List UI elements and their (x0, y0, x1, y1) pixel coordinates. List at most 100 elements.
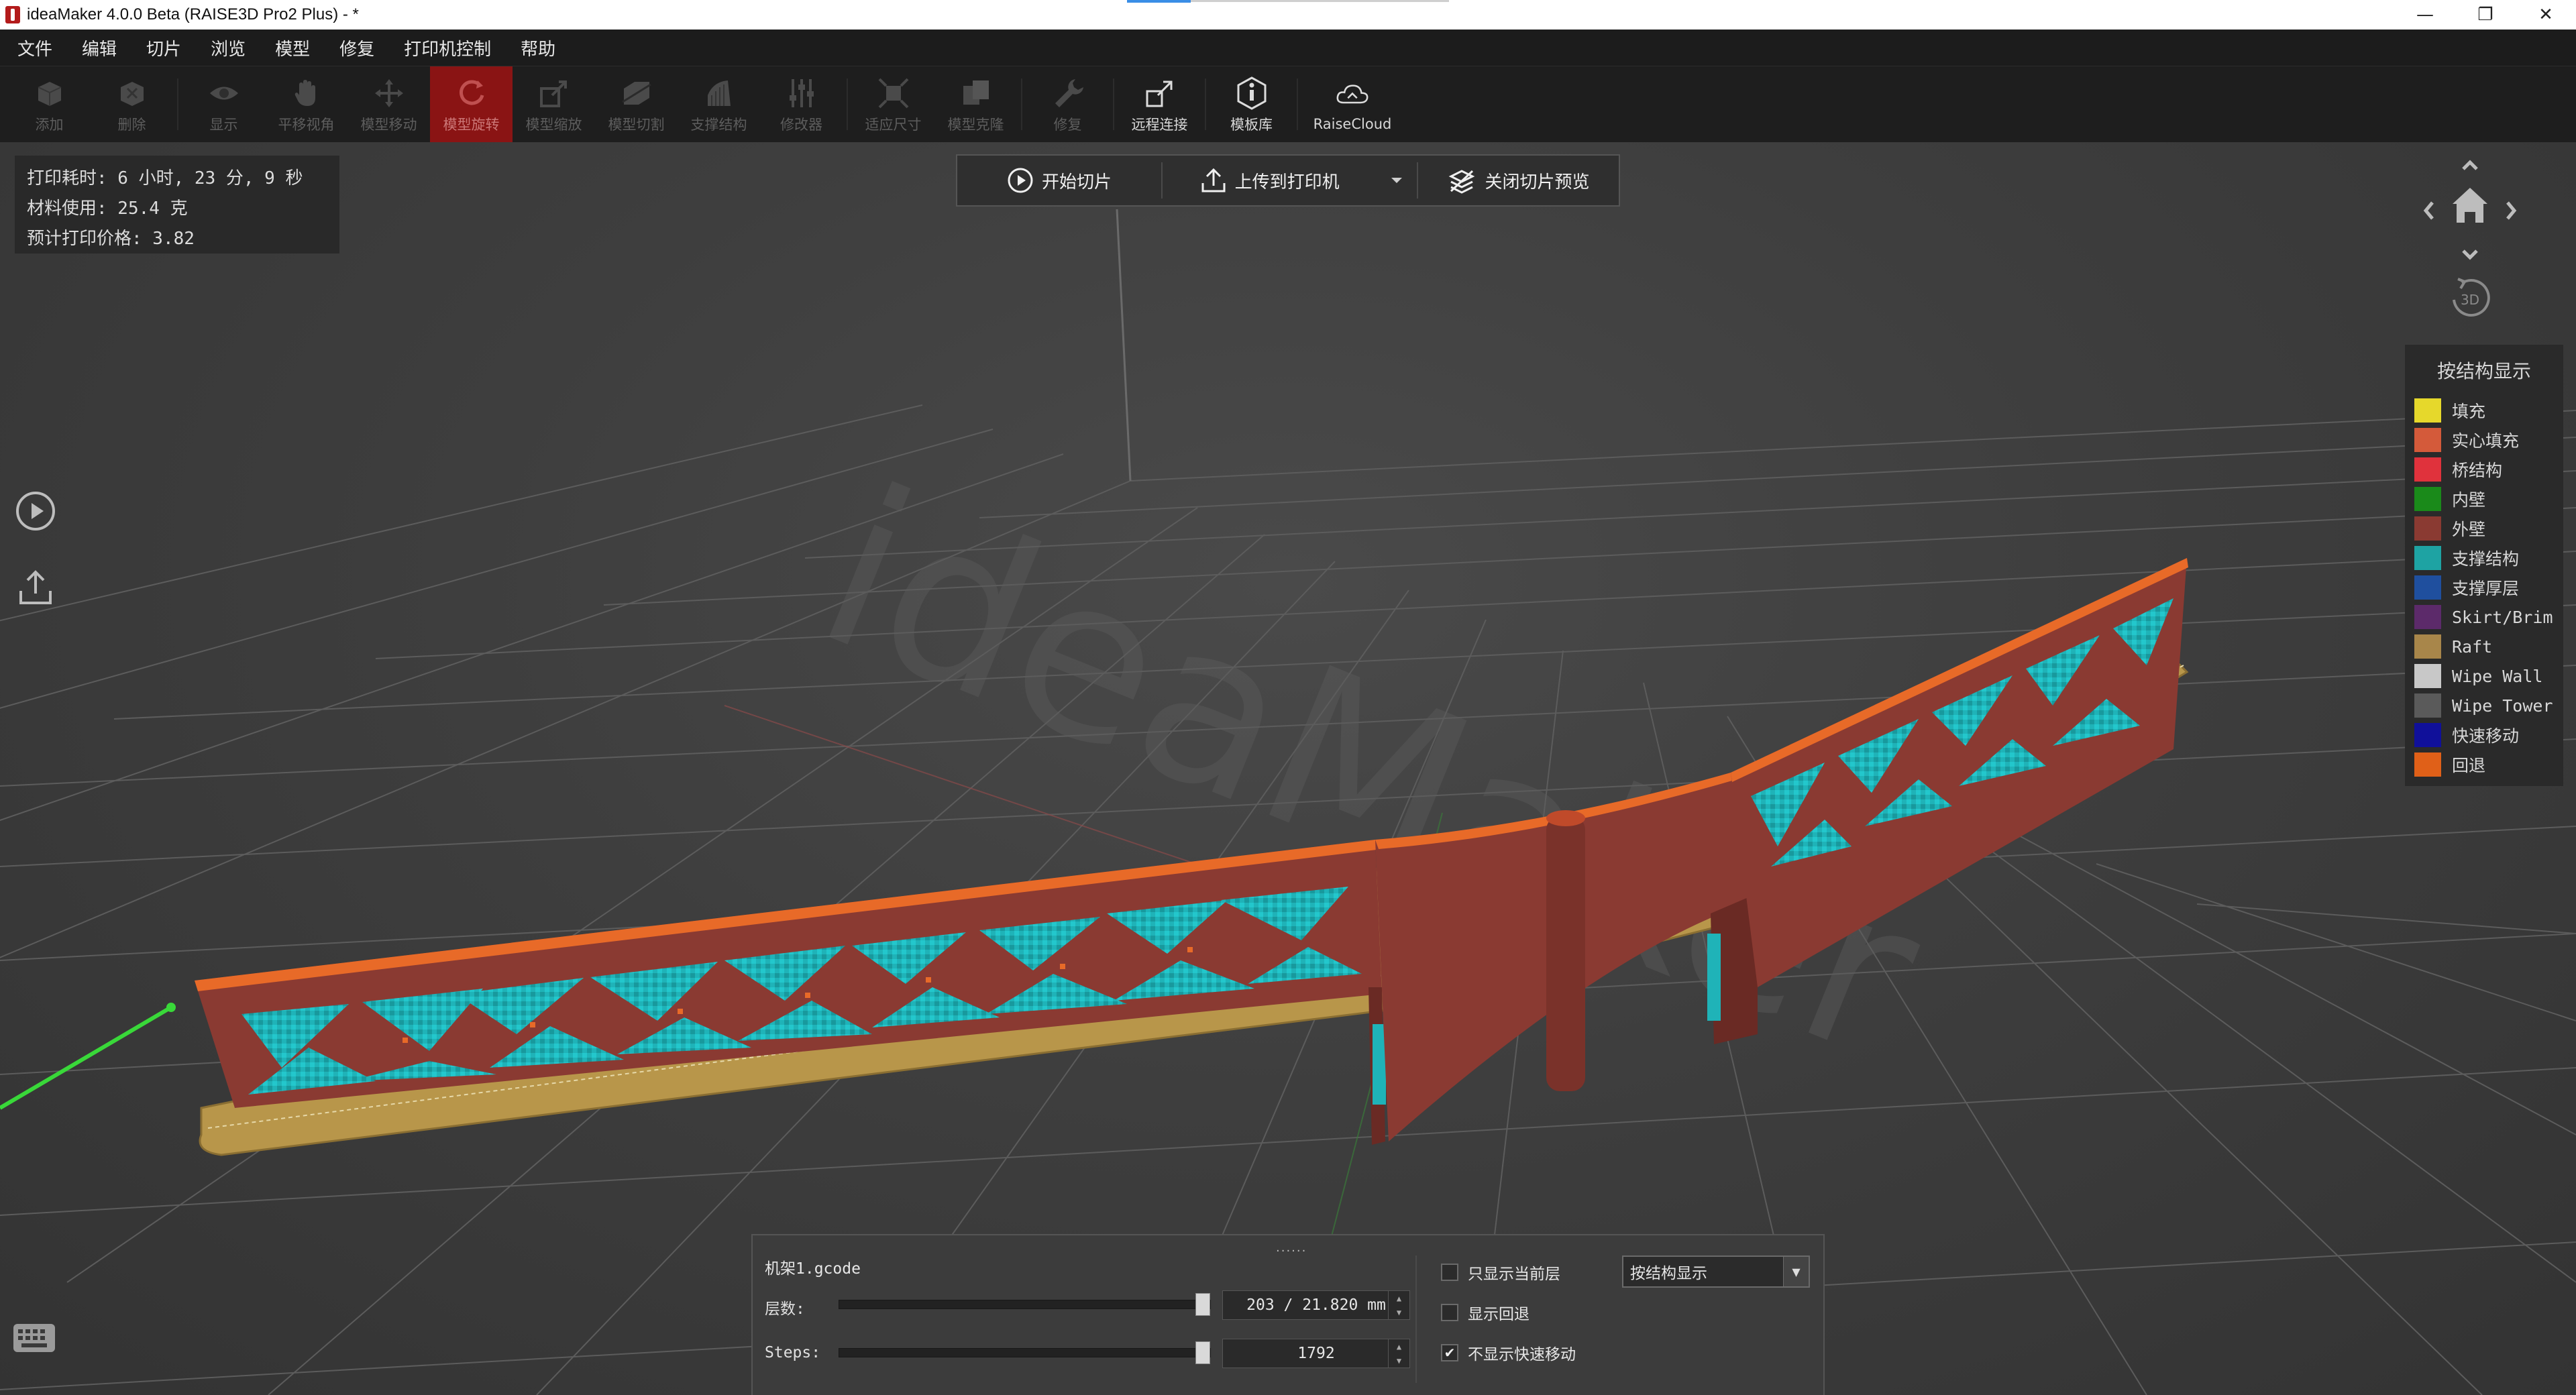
menu-repair[interactable]: 修复 (329, 36, 393, 60)
view-navigation: 3D (2408, 149, 2542, 343)
spin-down-icon[interactable]: ▼ (1389, 1353, 1409, 1368)
tool-fit-size[interactable]: 适应尺寸 (852, 66, 934, 142)
legend-item: 填充 (2414, 396, 2554, 425)
spin-up-icon[interactable]: ▲ (1389, 1291, 1409, 1305)
only-current-layer-option[interactable]: 只显示当前层 (1424, 1261, 1560, 1284)
only-current-layer-checkbox[interactable] (1441, 1264, 1458, 1281)
menu-view[interactable]: 浏览 (200, 36, 264, 60)
close-slice-preview-button[interactable]: 关闭切片预览 (1418, 156, 1619, 205)
tool-clone[interactable]: 模型克隆 (934, 66, 1017, 142)
start-slice-button[interactable]: 开始切片 (957, 156, 1161, 205)
toolbar-separator (1205, 78, 1206, 130)
legend-item: Wipe Tower (2414, 691, 2554, 720)
legend-swatch (2414, 546, 2441, 570)
tool-rotate[interactable]: 模型旋转 (430, 66, 513, 142)
tool-move[interactable]: 模型移动 (347, 66, 430, 142)
menu-help[interactable]: 帮助 (510, 36, 574, 60)
chevron-down-icon (1391, 178, 1402, 183)
legend-item: 实心填充 (2414, 425, 2554, 455)
tool-cut[interactable]: 模型切割 (595, 66, 678, 142)
legend-swatch (2414, 723, 2441, 747)
layers-spin-arrows[interactable]: ▲ ▼ (1388, 1291, 1409, 1319)
cloud-icon (1334, 77, 1371, 113)
tool-add[interactable]: 添加 (8, 66, 91, 142)
hide-travel-option[interactable]: ✔ 不显示快速移动 (1424, 1341, 1576, 1364)
wrench-icon (1050, 75, 1086, 111)
upload-to-printer-button[interactable]: 上传到打印机 (1163, 156, 1377, 205)
view-down-arrow-icon[interactable] (2462, 249, 2478, 260)
menu-bar: 文件 编辑 切片 浏览 模型 修复 打印机控制 帮助 (0, 30, 2576, 66)
play-animation-button[interactable] (12, 488, 59, 535)
layers-value: 203 / 21.820 mm (1246, 1296, 1386, 1314)
3d-viewport[interactable]: ideaMaker 打印耗时: 6 小时, 23 分, 9 秒 材料使用: 25… (0, 142, 2576, 1395)
tool-modifier-label: 修改器 (780, 116, 822, 133)
menu-printer-control[interactable]: 打印机控制 (393, 36, 510, 60)
scale-icon (536, 75, 572, 111)
steps-slider-thumb[interactable] (1195, 1341, 1210, 1364)
layers-spinbox[interactable]: 203 / 21.820 mm ▲ ▼ (1222, 1290, 1410, 1320)
close-button[interactable]: ✕ (2516, 0, 2576, 30)
legend-label: 回退 (2452, 756, 2486, 775)
view-right-arrow-icon[interactable] (2506, 201, 2517, 220)
minimize-button[interactable]: — (2395, 0, 2455, 30)
tool-scale[interactable]: 模型缩放 (513, 66, 595, 142)
view-left-arrow-icon[interactable] (2423, 201, 2434, 220)
steps-slider[interactable] (839, 1341, 1211, 1364)
show-retraction-checkbox[interactable] (1441, 1304, 1458, 1321)
legend-item: Wipe Wall (2414, 661, 2554, 691)
layers-slider-thumb[interactable] (1195, 1293, 1210, 1316)
menu-edit[interactable]: 编辑 (71, 36, 136, 60)
tool-raisecloud[interactable]: RaiseCloud (1302, 66, 1403, 142)
upload-options-dropdown[interactable] (1377, 156, 1417, 205)
tool-support[interactable]: 支撑结构 (678, 66, 760, 142)
window-controls: — ❐ ✕ (2395, 0, 2576, 30)
steps-label: Steps: (765, 1344, 821, 1361)
tool-support-label: 支撑结构 (690, 116, 747, 133)
panel-grip-handle[interactable]: ...... (1276, 1241, 1307, 1255)
tool-template-library[interactable]: 模板库 (1210, 66, 1293, 142)
maximize-button[interactable]: ❐ (2455, 0, 2516, 30)
legend-label: 外壁 (2452, 520, 2486, 539)
clone-icon (958, 75, 994, 111)
legend-item: 支撑结构 (2414, 543, 2554, 573)
show-retraction-label: 显示回退 (1468, 1306, 1529, 1323)
display-mode-select[interactable]: 按结构显示 ▼ (1622, 1256, 1810, 1288)
tool-remote-connect[interactable]: 远程连接 (1118, 66, 1201, 142)
legend-swatch (2414, 516, 2441, 541)
axis-origin (166, 1003, 176, 1012)
delete-cube-icon (114, 75, 150, 111)
legend-swatch (2414, 693, 2441, 718)
tool-delete[interactable]: 删除 (91, 66, 173, 142)
gcode-file-name: 机架1.gcode (765, 1260, 861, 1278)
keyboard-shortcuts-button[interactable] (12, 1323, 56, 1353)
menu-file[interactable]: 文件 (7, 36, 71, 60)
tool-show[interactable]: 显示 (182, 66, 265, 142)
menu-slice[interactable]: 切片 (136, 36, 200, 60)
right-post-support (1707, 934, 1721, 1021)
legend-label: 支撑厚层 (2452, 579, 2520, 598)
title-accent-track (1191, 0, 1449, 2)
keyboard-icon (13, 1324, 55, 1352)
spin-up-icon[interactable]: ▲ (1389, 1339, 1409, 1353)
export-button[interactable] (12, 565, 59, 612)
show-retraction-option[interactable]: 显示回退 (1424, 1301, 1529, 1324)
legend-swatch (2414, 457, 2441, 482)
menu-model[interactable]: 模型 (264, 36, 329, 60)
only-current-layer-label: 只显示当前层 (1468, 1266, 1560, 1283)
add-cube-icon (32, 75, 68, 111)
home-view-icon[interactable] (2453, 188, 2487, 223)
plate-edge (1116, 209, 1132, 482)
layers-slider[interactable] (839, 1293, 1211, 1316)
steps-spinbox[interactable]: 1792 ▲ ▼ (1222, 1339, 1410, 1368)
tool-repair[interactable]: 修复 (1026, 66, 1109, 142)
steps-spin-arrows[interactable]: ▲ ▼ (1388, 1339, 1409, 1368)
upload-icon (19, 570, 52, 604)
legend-item: 快速移动 (2414, 720, 2554, 750)
tool-pan[interactable]: 平移视角 (265, 66, 347, 142)
view-up-arrow-icon[interactable] (2462, 160, 2478, 170)
tool-delete-label: 删除 (117, 116, 146, 133)
spin-down-icon[interactable]: ▼ (1389, 1305, 1409, 1319)
tool-modifier[interactable]: 修改器 (760, 66, 843, 142)
chevron-down-icon[interactable]: ▼ (1783, 1257, 1809, 1286)
hide-travel-checkbox[interactable]: ✔ (1441, 1344, 1458, 1361)
